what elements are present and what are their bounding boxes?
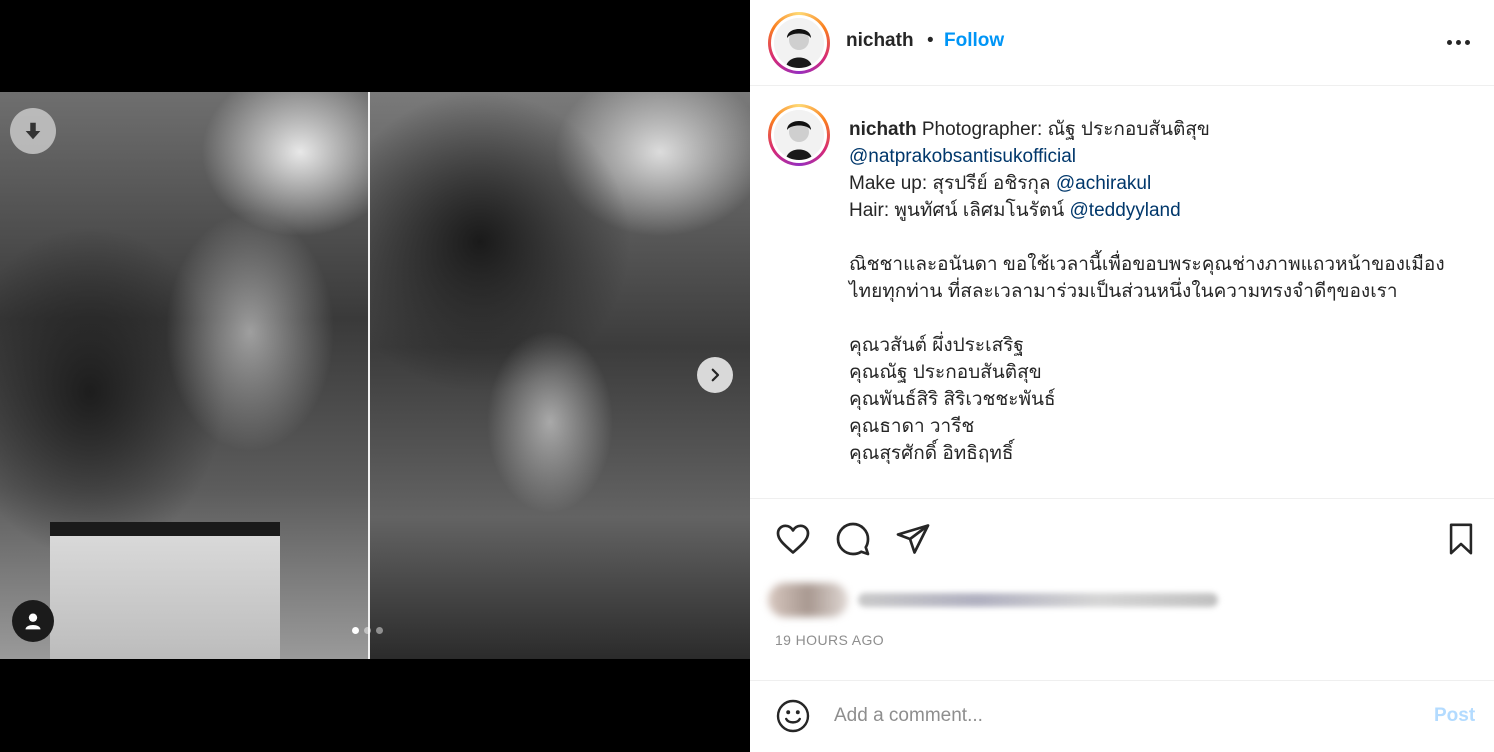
- caption-name: คุณวสันต์ ผึ่งประเสริฐ: [849, 335, 1024, 356]
- comment-input[interactable]: [834, 699, 1394, 733]
- tagged-users-button[interactable]: [12, 600, 54, 642]
- profile-portrait-icon: [774, 18, 824, 68]
- avatar-image: [774, 18, 824, 68]
- carousel-dot: [376, 627, 383, 634]
- post-timestamp[interactable]: 19 HOURS AGO: [775, 632, 884, 648]
- more-options-button[interactable]: [1444, 32, 1472, 52]
- download-button[interactable]: [10, 108, 56, 154]
- comment-bar: Post: [750, 680, 1494, 752]
- caption-username[interactable]: nichath: [849, 119, 917, 140]
- profile-portrait-icon: [774, 110, 824, 160]
- user-icon: [25, 613, 41, 630]
- liked-by-row[interactable]: [768, 582, 1228, 618]
- caption-text: Make up: สุรปรีย์ อชิรกุล: [849, 173, 1056, 194]
- save-button[interactable]: [1442, 520, 1480, 558]
- post-caption: nichath Photographer: ณัฐ ประกอบสันติสุข…: [849, 116, 1469, 467]
- background-window: [50, 522, 280, 659]
- caption-paragraph: ณิชชาและอนันดา ขอใช้เวลานี้เพื่อขอบพระคุ…: [849, 254, 1445, 302]
- caption-name: คุณณัฐ ประกอบสันติสุข: [849, 362, 1042, 383]
- avatar-image: [774, 110, 824, 160]
- carousel-dot: [352, 627, 359, 634]
- separator-dot: •: [927, 30, 934, 51]
- caption-line: nichath Photographer: ณัฐ ประกอบสันติสุข: [849, 116, 1469, 143]
- post-sidebar: nichath • Follow nichath Photographer: ณ…: [750, 0, 1494, 752]
- heart-icon: [776, 524, 810, 554]
- caption-text: Hair: พูนทัศน์ เลิศมโนรัตน์: [849, 200, 1070, 221]
- caption-name: คุณพันธ์สิริ สิริเวชชะพันธ์: [849, 389, 1056, 410]
- photo-panel-left: [0, 92, 368, 659]
- next-slide-button[interactable]: [697, 357, 733, 393]
- bookmark-icon: [1449, 523, 1473, 555]
- post-media: [0, 0, 750, 752]
- caption-line: Hair: พูนทัศน์ เลิศมโนรัตน์ @teddyyland: [849, 197, 1469, 224]
- post-photo[interactable]: [0, 92, 750, 659]
- caption-blank: [849, 305, 1469, 332]
- author-username[interactable]: nichath: [846, 30, 914, 52]
- carousel-indicator: [352, 627, 383, 634]
- blurred-liker-avatars: [768, 583, 848, 617]
- mention-link[interactable]: @achirakul: [1056, 173, 1151, 194]
- like-button[interactable]: [774, 520, 812, 558]
- caption-name: คุณธาดา วารีช: [849, 416, 975, 437]
- share-button[interactable]: [894, 520, 932, 558]
- comment-button[interactable]: [834, 520, 872, 558]
- caption-section: nichath Photographer: ณัฐ ประกอบสันติสุข…: [750, 86, 1494, 499]
- photo-panel-right: [370, 92, 750, 659]
- carousel-dot: [364, 627, 371, 634]
- caption-avatar[interactable]: [768, 104, 830, 166]
- action-bar: [750, 500, 1494, 578]
- mention-link[interactable]: @natprakobsantisukofficial: [849, 146, 1076, 167]
- blurred-liked-by-text: [858, 593, 1218, 607]
- caption-blank: [849, 224, 1469, 251]
- download-arrow-icon: [25, 122, 41, 140]
- post-comment-button[interactable]: Post: [1434, 705, 1475, 727]
- more-options-icon: [1446, 39, 1452, 45]
- caption-text: Photographer: ณัฐ ประกอบสันติสุข: [916, 119, 1210, 140]
- avatar-border: [771, 15, 827, 71]
- chevron-right-icon: [711, 368, 720, 382]
- speech-bubble-icon: [836, 522, 870, 556]
- follow-button[interactable]: Follow: [944, 30, 1004, 52]
- paper-plane-icon: [896, 524, 930, 554]
- smiley-icon: [776, 699, 810, 733]
- caption-line: @natprakobsantisukofficial: [849, 143, 1469, 170]
- mention-link[interactable]: @teddyyland: [1070, 200, 1181, 221]
- post-header: nichath • Follow: [750, 0, 1494, 86]
- caption-line: Make up: สุรปรีย์ อชิรกุล @achirakul: [849, 170, 1469, 197]
- caption-name: คุณสุรศักดิ์ อิทธิฤทธิ์: [849, 443, 1014, 464]
- emoji-button[interactable]: [775, 698, 811, 734]
- avatar[interactable]: [768, 12, 830, 74]
